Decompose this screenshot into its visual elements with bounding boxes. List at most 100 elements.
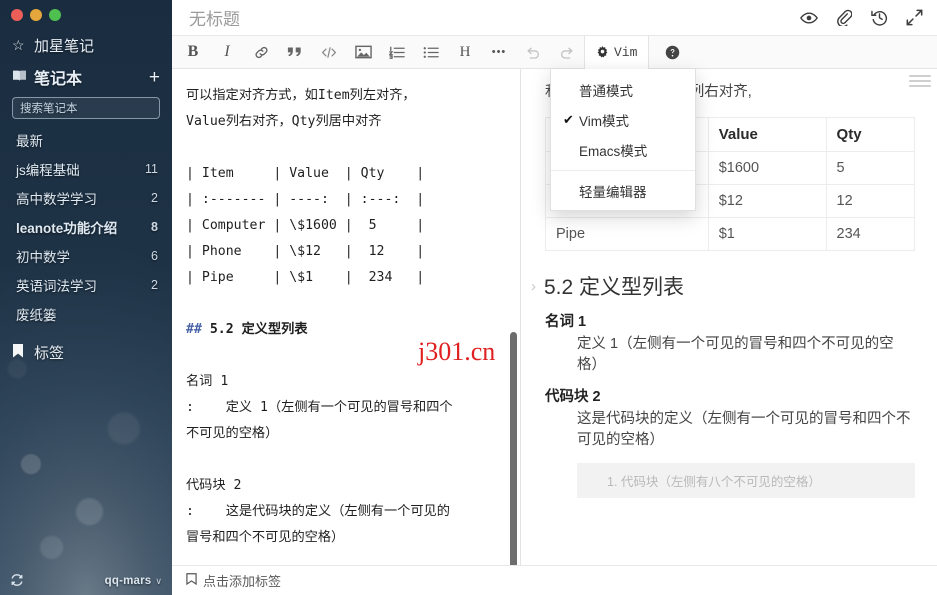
- add-tag-label: 点击添加标签: [203, 571, 281, 590]
- user-menu-name[interactable]: qq-mars: [105, 575, 152, 587]
- add-notebook-button[interactable]: +: [149, 68, 160, 87]
- note-title-input[interactable]: 无标题: [189, 5, 240, 30]
- editor-scrollbar[interactable]: [510, 332, 517, 565]
- italic-button[interactable]: I: [210, 36, 244, 69]
- dropdown-item-label: Vim模式: [579, 110, 629, 130]
- dropdown-item-label: Emacs模式: [579, 140, 647, 160]
- notebook-search-placeholder: 搜索笔记本: [20, 100, 78, 116]
- notebook-search-input[interactable]: 搜索笔记本: [12, 97, 160, 119]
- editor-dl-2: 不可见的空格）: [186, 426, 278, 441]
- heading-button[interactable]: H: [448, 36, 482, 69]
- definition-description: 定义 1（左侧有一个可见的冒号和四个不可见的空格）: [577, 334, 915, 376]
- paperclip-icon[interactable]: [835, 9, 853, 27]
- tag-icon: [12, 344, 34, 361]
- more-button[interactable]: •••: [482, 36, 516, 69]
- sidebar: ☆ 加星笔记 笔记本 + 搜索笔记本 最新js编程基础11高中数学学习2lean…: [0, 0, 172, 595]
- dropdown-item-light-editor-label: 轻量编辑器: [579, 181, 647, 201]
- editor-table-row-4: | Pipe | \$1 | 234 |: [186, 270, 424, 285]
- sidebar-item-starred-label: 加星笔记: [34, 35, 94, 56]
- window-traffic-lights: [0, 0, 172, 21]
- dropdown-divider: [551, 170, 695, 171]
- editor-dl-4: : 这是代码块的定义（左侧有一个可见的: [186, 504, 450, 519]
- dropdown-item[interactable]: Emacs模式: [551, 135, 695, 165]
- editor-intro-line1: 可以指定对齐方式，如Item列左对齐，: [186, 88, 416, 103]
- main-area: 无标题: [172, 0, 937, 595]
- table-cell: Pipe: [546, 218, 709, 251]
- notebook-item[interactable]: 最新: [0, 125, 172, 154]
- sidebar-item-starred[interactable]: ☆ 加星笔记: [0, 29, 172, 61]
- table-cell: $1: [708, 218, 826, 251]
- editor-dl-0: 名词 1: [186, 374, 228, 389]
- add-tag-bar[interactable]: 点击添加标签: [172, 565, 937, 595]
- code-icon[interactable]: [312, 36, 346, 69]
- notebook-item-label: 最新: [16, 130, 43, 150]
- sidebar-item-tags[interactable]: 标签: [0, 336, 172, 368]
- link-icon[interactable]: [244, 36, 278, 69]
- quote-icon[interactable]: [278, 36, 312, 69]
- table-cell: 5: [826, 152, 914, 185]
- image-icon[interactable]: [346, 36, 380, 69]
- editor-toolbar: B I: [172, 36, 937, 69]
- sidebar-notebook-label: 笔记本: [34, 65, 82, 89]
- notebook-item[interactable]: js编程基础 11: [0, 154, 172, 183]
- sidebar-item-tags-label: 标签: [34, 342, 64, 363]
- editor-dl-1: : 定义 1（左侧有一个可见的冒号和四个: [186, 400, 453, 415]
- notebook-item[interactable]: 废纸篓: [0, 299, 172, 328]
- editor-dl-5: 冒号和四个不可见的空格）: [186, 530, 344, 545]
- preview-heading: › 5.2 定义型列表: [531, 271, 915, 301]
- help-icon[interactable]: [655, 36, 689, 69]
- notebook-item-label: 英语词法学习: [16, 275, 97, 295]
- eye-icon[interactable]: [800, 9, 818, 27]
- undo-icon[interactable]: [516, 36, 550, 69]
- note-titlebar: 无标题: [172, 0, 937, 36]
- tag-icon: [186, 573, 197, 588]
- sidebar-notebook-header[interactable]: 笔记本 +: [0, 61, 172, 93]
- dropdown-item-light-editor[interactable]: 轻量编辑器: [551, 176, 695, 206]
- notebook-item-label: leanote功能介绍: [16, 217, 117, 237]
- editor-heading-hash: ##: [186, 322, 202, 337]
- expand-icon[interactable]: [905, 9, 923, 27]
- note-action-icons: [800, 9, 923, 27]
- preview-heading-text: 5.2 定义型列表: [544, 271, 684, 301]
- editor-table-row-0: | Item | Value | Qty |: [186, 166, 424, 181]
- star-icon: ☆: [12, 37, 34, 54]
- preview-definition-list: 名词 1定义 1（左侧有一个可见的冒号和四个不可见的空格）代码块 2这是代码块的…: [545, 310, 915, 451]
- table-cell: $12: [708, 185, 826, 218]
- dropdown-item[interactable]: ✔Vim模式: [551, 105, 695, 135]
- app-window: ☆ 加星笔记 笔记本 + 搜索笔记本 最新js编程基础11高中数学学习2lean…: [0, 0, 937, 595]
- gear-icon: [596, 46, 609, 59]
- notebook-item-count: 2: [151, 278, 158, 292]
- editor-dl-3: 代码块 2: [186, 478, 241, 493]
- dropdown-item[interactable]: 普通模式: [551, 75, 695, 105]
- table-header-cell: Qty: [826, 118, 914, 152]
- editor-mode-button[interactable]: Vim: [584, 36, 649, 69]
- close-button[interactable]: [11, 9, 23, 21]
- unordered-list-icon[interactable]: [414, 36, 448, 69]
- chevron-right-icon: ›: [531, 278, 536, 295]
- minimize-button[interactable]: [30, 9, 42, 21]
- notebook-item[interactable]: 高中数学学习2: [0, 183, 172, 212]
- notebook-item-label: 废纸篓: [16, 304, 57, 324]
- maximize-button[interactable]: [49, 9, 61, 21]
- history-icon[interactable]: [870, 9, 888, 27]
- notebook-item[interactable]: 初中数学6: [0, 241, 172, 270]
- notebook-item-label: js编程基础: [16, 159, 80, 179]
- bold-button[interactable]: B: [176, 36, 210, 69]
- redo-icon[interactable]: [550, 36, 584, 69]
- table-header-cell: Value: [708, 118, 826, 152]
- definition-term: 代码块 2: [545, 385, 915, 406]
- ordered-list-icon[interactable]: [380, 36, 414, 69]
- preview-code-block: 1. 代码块（左侧有八个不可见的空格）: [577, 463, 915, 498]
- sync-icon[interactable]: [10, 573, 24, 590]
- notebook-item[interactable]: 英语词法学习 2: [0, 270, 172, 299]
- dropdown-item-label: 普通模式: [579, 80, 633, 100]
- notebook-item[interactable]: leanote功能介绍8: [0, 212, 172, 241]
- notebook-icon: [12, 69, 34, 85]
- chevron-down-icon[interactable]: ∨: [155, 576, 162, 587]
- table-cell: 12: [826, 185, 914, 218]
- preview-scrollbar[interactable]: [909, 75, 931, 87]
- markdown-editor[interactable]: 可以指定对齐方式，如Item列左对齐， Value列右对齐，Qty列居中对齐 |…: [172, 69, 521, 565]
- table-cell: 234: [826, 218, 914, 251]
- sidebar-footer: qq-mars ∨: [0, 567, 172, 595]
- notebook-item-count: 11: [145, 162, 158, 176]
